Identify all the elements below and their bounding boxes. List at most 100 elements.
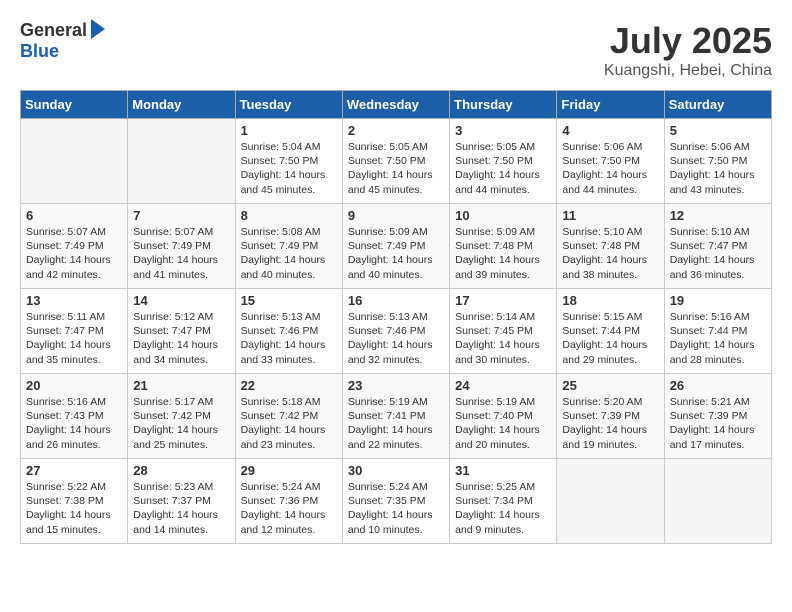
day-content: Sunrise: 5:25 AM Sunset: 7:34 PM Dayligh…: [455, 480, 551, 537]
calendar-week-2: 6 Sunrise: 5:07 AM Sunset: 7:49 PM Daylig…: [21, 204, 772, 289]
calendar-cell: 26Sunrise: 5:21 AM Sunset: 7:39 PM Dayli…: [664, 374, 771, 459]
day-number: 20: [26, 378, 122, 393]
day-content: Sunrise: 5:13 AM Sunset: 7:46 PM Dayligh…: [348, 310, 444, 367]
day-number: 19: [670, 293, 766, 308]
calendar-cell: 15 Sunrise: 5:13 AM Sunset: 7:46 PM Dayli…: [235, 289, 342, 374]
day-number: 2: [348, 123, 444, 138]
day-content: Sunrise: 5:23 AM Sunset: 7:37 PM Dayligh…: [133, 480, 229, 537]
day-number: 13: [26, 293, 122, 308]
day-number: 12: [670, 208, 766, 223]
day-number: 10: [455, 208, 551, 223]
calendar-cell: 6 Sunrise: 5:07 AM Sunset: 7:49 PM Daylig…: [21, 204, 128, 289]
calendar-cell: 16Sunrise: 5:13 AM Sunset: 7:46 PM Dayli…: [342, 289, 449, 374]
calendar-cell: 30 Sunrise: 5:24 AM Sunset: 7:35 PM Dayli…: [342, 459, 449, 544]
calendar-week-1: 1 Sunrise: 5:04 AM Sunset: 7:50 PM Daylig…: [21, 119, 772, 204]
logo-blue-text: Blue: [20, 41, 59, 62]
calendar-cell: 9 Sunrise: 5:09 AM Sunset: 7:49 PM Daylig…: [342, 204, 449, 289]
header-day-wednesday: Wednesday: [342, 91, 449, 119]
calendar-cell: 12 Sunrise: 5:10 AM Sunset: 7:47 PM Dayli…: [664, 204, 771, 289]
calendar-cell: 14 Sunrise: 5:12 AM Sunset: 7:47 PM Dayli…: [128, 289, 235, 374]
calendar-cell: 27 Sunrise: 5:22 AM Sunset: 7:38 PM Dayli…: [21, 459, 128, 544]
day-content: Sunrise: 5:07 AM Sunset: 7:49 PM Dayligh…: [26, 225, 122, 282]
day-content: Sunrise: 5:17 AM Sunset: 7:42 PM Dayligh…: [133, 395, 229, 452]
day-number: 30: [348, 463, 444, 478]
day-content: Sunrise: 5:05 AM Sunset: 7:50 PM Dayligh…: [455, 140, 551, 197]
calendar-cell: 18Sunrise: 5:15 AM Sunset: 7:44 PM Dayli…: [557, 289, 664, 374]
day-number: 6: [26, 208, 122, 223]
day-number: 31: [455, 463, 551, 478]
logo: General Blue: [20, 20, 105, 62]
logo-general-text: General: [20, 20, 87, 41]
location-title: Kuangshi, Hebei, China: [604, 62, 772, 80]
day-content: Sunrise: 5:10 AM Sunset: 7:48 PM Dayligh…: [562, 225, 658, 282]
calendar-cell: 17 Sunrise: 5:14 AM Sunset: 7:45 PM Dayli…: [450, 289, 557, 374]
header-day-saturday: Saturday: [664, 91, 771, 119]
calendar-cell: 23Sunrise: 5:19 AM Sunset: 7:41 PM Dayli…: [342, 374, 449, 459]
day-content: Sunrise: 5:10 AM Sunset: 7:47 PM Dayligh…: [670, 225, 766, 282]
day-content: Sunrise: 5:13 AM Sunset: 7:46 PM Dayligh…: [241, 310, 337, 367]
logo-arrow-icon: [91, 19, 105, 39]
day-content: Sunrise: 5:16 AM Sunset: 7:44 PM Dayligh…: [670, 310, 766, 367]
day-content: Sunrise: 5:15 AM Sunset: 7:44 PM Dayligh…: [562, 310, 658, 367]
day-content: Sunrise: 5:16 AM Sunset: 7:43 PM Dayligh…: [26, 395, 122, 452]
day-number: 27: [26, 463, 122, 478]
day-number: 1: [241, 123, 337, 138]
calendar-cell: 10 Sunrise: 5:09 AM Sunset: 7:48 PM Dayli…: [450, 204, 557, 289]
day-content: Sunrise: 5:20 AM Sunset: 7:39 PM Dayligh…: [562, 395, 658, 452]
calendar-week-4: 20 Sunrise: 5:16 AM Sunset: 7:43 PM Dayli…: [21, 374, 772, 459]
calendar-cell: 1 Sunrise: 5:04 AM Sunset: 7:50 PM Daylig…: [235, 119, 342, 204]
day-content: Sunrise: 5:06 AM Sunset: 7:50 PM Dayligh…: [670, 140, 766, 197]
day-number: 14: [133, 293, 229, 308]
day-number: 22: [241, 378, 337, 393]
calendar-cell: 11 Sunrise: 5:10 AM Sunset: 7:48 PM Dayli…: [557, 204, 664, 289]
calendar-table: SundayMondayTuesdayWednesdayThursdayFrid…: [20, 90, 772, 544]
calendar-week-5: 27 Sunrise: 5:22 AM Sunset: 7:38 PM Dayli…: [21, 459, 772, 544]
calendar-cell: [557, 459, 664, 544]
calendar-cell: [664, 459, 771, 544]
header-day-friday: Friday: [557, 91, 664, 119]
day-content: Sunrise: 5:14 AM Sunset: 7:45 PM Dayligh…: [455, 310, 551, 367]
day-content: Sunrise: 5:19 AM Sunset: 7:40 PM Dayligh…: [455, 395, 551, 452]
day-number: 28: [133, 463, 229, 478]
calendar-cell: 8Sunrise: 5:08 AM Sunset: 7:49 PM Daylig…: [235, 204, 342, 289]
day-content: Sunrise: 5:04 AM Sunset: 7:50 PM Dayligh…: [241, 140, 337, 197]
day-number: 15: [241, 293, 337, 308]
day-content: Sunrise: 5:07 AM Sunset: 7:49 PM Dayligh…: [133, 225, 229, 282]
calendar-cell: 5Sunrise: 5:06 AM Sunset: 7:50 PM Daylig…: [664, 119, 771, 204]
day-number: 4: [562, 123, 658, 138]
day-number: 7: [133, 208, 229, 223]
header-day-monday: Monday: [128, 91, 235, 119]
day-number: 11: [562, 208, 658, 223]
day-content: Sunrise: 5:06 AM Sunset: 7:50 PM Dayligh…: [562, 140, 658, 197]
day-content: Sunrise: 5:09 AM Sunset: 7:49 PM Dayligh…: [348, 225, 444, 282]
page-header: General Blue July 2025 Kuangshi, Hebei, …: [20, 20, 772, 80]
day-content: Sunrise: 5:11 AM Sunset: 7:47 PM Dayligh…: [26, 310, 122, 367]
calendar-cell: 24 Sunrise: 5:19 AM Sunset: 7:40 PM Dayli…: [450, 374, 557, 459]
day-content: Sunrise: 5:12 AM Sunset: 7:47 PM Dayligh…: [133, 310, 229, 367]
calendar-cell: [128, 119, 235, 204]
day-content: Sunrise: 5:18 AM Sunset: 7:42 PM Dayligh…: [241, 395, 337, 452]
day-number: 29: [241, 463, 337, 478]
calendar-cell: 29 Sunrise: 5:24 AM Sunset: 7:36 PM Dayli…: [235, 459, 342, 544]
day-content: Sunrise: 5:09 AM Sunset: 7:48 PM Dayligh…: [455, 225, 551, 282]
calendar-cell: 25Sunrise: 5:20 AM Sunset: 7:39 PM Dayli…: [557, 374, 664, 459]
calendar-cell: 31 Sunrise: 5:25 AM Sunset: 7:34 PM Dayli…: [450, 459, 557, 544]
calendar-cell: 3 Sunrise: 5:05 AM Sunset: 7:50 PM Daylig…: [450, 119, 557, 204]
title-area: July 2025 Kuangshi, Hebei, China: [604, 20, 772, 80]
day-number: 24: [455, 378, 551, 393]
day-number: 17: [455, 293, 551, 308]
header-day-sunday: Sunday: [21, 91, 128, 119]
day-content: Sunrise: 5:24 AM Sunset: 7:36 PM Dayligh…: [241, 480, 337, 537]
calendar-cell: 21Sunrise: 5:17 AM Sunset: 7:42 PM Dayli…: [128, 374, 235, 459]
calendar-cell: 28 Sunrise: 5:23 AM Sunset: 7:37 PM Dayli…: [128, 459, 235, 544]
calendar-cell: 7 Sunrise: 5:07 AM Sunset: 7:49 PM Daylig…: [128, 204, 235, 289]
header-day-thursday: Thursday: [450, 91, 557, 119]
calendar-cell: 20 Sunrise: 5:16 AM Sunset: 7:43 PM Dayli…: [21, 374, 128, 459]
calendar-cell: 22 Sunrise: 5:18 AM Sunset: 7:42 PM Dayli…: [235, 374, 342, 459]
day-content: Sunrise: 5:24 AM Sunset: 7:35 PM Dayligh…: [348, 480, 444, 537]
day-content: Sunrise: 5:05 AM Sunset: 7:50 PM Dayligh…: [348, 140, 444, 197]
day-number: 3: [455, 123, 551, 138]
day-number: 9: [348, 208, 444, 223]
calendar-cell: 2 Sunrise: 5:05 AM Sunset: 7:50 PM Daylig…: [342, 119, 449, 204]
day-content: Sunrise: 5:22 AM Sunset: 7:38 PM Dayligh…: [26, 480, 122, 537]
